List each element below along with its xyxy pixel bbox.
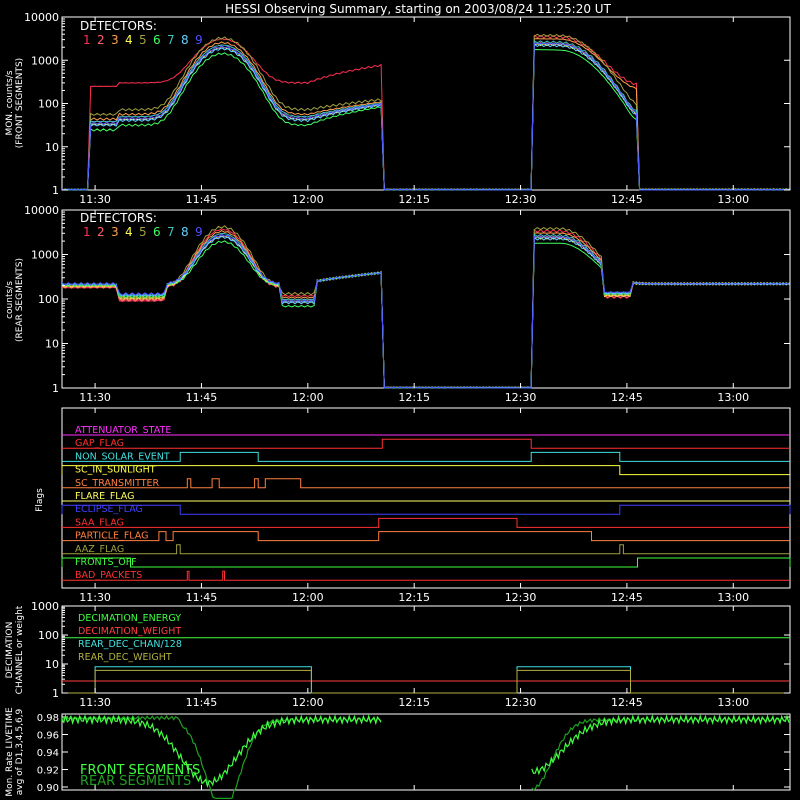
legend-entry-rear-dec-chan-128: REAR_DEC_CHAN/128: [78, 639, 182, 650]
y-tick-label: 10: [45, 658, 59, 671]
x-tick-label: 11:45: [186, 696, 218, 709]
y-tick-label: 0.94: [37, 748, 59, 759]
legend-entry-rear-dec-weight: REAR_DEC_WEIGHT: [78, 652, 172, 663]
flag-label-particle-flag: PARTICLE_FLAG: [75, 531, 148, 542]
x-tick-label: 13:00: [717, 391, 749, 404]
x-tick-label: 12:45: [611, 696, 643, 709]
x-tick-label: 11:30: [79, 696, 111, 709]
x-tick-label: 12:00: [292, 391, 324, 404]
x-tick-label: 11:30: [79, 591, 111, 604]
flag-label-gap-flag: GAP_FLAG: [75, 438, 124, 449]
flag-label-aaz-flag: AAZ_FLAG: [75, 544, 124, 555]
legend-entry-detector-8: 8: [181, 33, 189, 47]
legend-entry-detector-2: 2: [97, 225, 105, 239]
legend-entry-detector-6: 6: [153, 225, 161, 239]
y-tick-label: 0.92: [37, 766, 59, 777]
y-tick-label: 1: [52, 382, 59, 395]
flag-label-flare-flag: FLARE_FLAG: [75, 491, 135, 502]
x-tick-label: 12:30: [505, 696, 537, 709]
y-tick-label: 0.90: [37, 783, 59, 794]
y-tick-label: 100: [38, 293, 59, 306]
x-tick-label: 11:45: [186, 591, 218, 604]
legend-entry-detector-4: 4: [125, 225, 133, 239]
x-tick-label: 11:45: [186, 391, 218, 404]
x-tick-label: 12:45: [611, 193, 643, 206]
flag-label-sc-transmitter: SC_TRANSMITTER: [75, 478, 160, 489]
y-axis-label: counts/s: [5, 281, 15, 319]
x-tick-label: 12:15: [398, 591, 430, 604]
legend-entry-detector-5: 5: [139, 33, 147, 47]
x-tick-label: 12:30: [505, 193, 537, 206]
x-tick-label: 12:00: [292, 591, 324, 604]
legend-entry-detector-9: 9: [195, 33, 203, 47]
legend-entry-decimation-weight: DECIMATION_WEIGHT: [78, 626, 181, 637]
hessi-summary-figure: HESSI Observing Summary, starting on 200…: [0, 0, 800, 800]
x-tick-label: 12:15: [398, 696, 430, 709]
legend-title: DETECTORS:: [80, 19, 157, 33]
y-tick-label: 1000: [31, 54, 59, 67]
y-tick-label: 0.96: [37, 731, 59, 742]
x-tick-label: 13:00: [717, 193, 749, 206]
x-tick-label: 12:00: [292, 193, 324, 206]
flag-label-eclipse-flag: ECLIPSE_FLAG: [75, 504, 143, 515]
x-tick-label: 12:45: [611, 591, 643, 604]
legend-entry-detector-4: 4: [125, 33, 133, 47]
y-axis-label: avg of D1,3,4,5,6,9: [15, 708, 25, 795]
x-tick-label: 11:30: [79, 391, 111, 404]
y-tick-label: 1000: [31, 249, 59, 262]
legend-entry-detector-1: 1: [83, 225, 91, 239]
figure-title: HESSI Observing Summary, starting on 200…: [225, 2, 611, 16]
x-tick-label: 12:15: [398, 193, 430, 206]
legend-entry-detector-5: 5: [139, 225, 147, 239]
y-tick-label: 100: [38, 629, 59, 642]
y-axis-label: MON. counts/s: [5, 70, 15, 135]
y-tick-label: 1: [52, 687, 59, 700]
legend-entry-detector-2: 2: [97, 33, 105, 47]
y-tick-label: 0.98: [37, 713, 59, 724]
y-tick-label: 10: [45, 338, 59, 351]
legend-entry-detector-7: 7: [167, 225, 175, 239]
legend-entry-detector-9: 9: [195, 225, 203, 239]
y-axis-label: (FRONT SEGMENTS): [15, 58, 25, 148]
flag-label-non-solar-event: NON_SOLAR_EVENT: [75, 451, 170, 462]
legend-entry-decimation-energy: DECIMATION_ENERGY: [78, 613, 181, 624]
y-tick-label: 1: [52, 184, 59, 197]
legend-entry-detector-7: 7: [167, 33, 175, 47]
x-tick-label: 13:00: [717, 696, 749, 709]
x-tick-label: 13:00: [717, 591, 749, 604]
flag-label-attenuator-state: ATTENUATOR_STATE: [75, 425, 171, 436]
y-axis-label: DECIMATION: [5, 622, 15, 679]
flag-label-saa-flag: SAA_FLAG: [75, 517, 124, 528]
flag-label-fronts-off: FRONTS_OFF: [75, 557, 137, 568]
y-tick-label: 10: [45, 141, 59, 154]
flag-label-bad-packets: BAD_PACKETS: [75, 570, 142, 581]
x-tick-label: 12:30: [505, 591, 537, 604]
x-tick-label: 12:00: [292, 696, 324, 709]
y-tick-label: 10000: [24, 204, 59, 217]
x-tick-label: 11:30: [79, 193, 111, 206]
y-tick-label: 10000: [24, 11, 59, 24]
legend-entry-detector-8: 8: [181, 225, 189, 239]
legend-entry-rear-segments: REAR SEGMENTS: [80, 774, 191, 789]
flag-label-sc-in-sunlight: SC_IN_SUNLIGHT: [75, 465, 156, 476]
legend-entry-detector-6: 6: [153, 33, 161, 47]
y-axis-label: CHANNEL or weight: [15, 605, 25, 694]
y-axis-label: Flags: [35, 488, 45, 512]
y-axis-label: (REAR SEGMENTS): [15, 258, 25, 342]
x-tick-label: 12:15: [398, 391, 430, 404]
legend-entry-detector-3: 3: [111, 225, 119, 239]
legend-entry-detector-1: 1: [83, 33, 91, 47]
x-tick-label: 12:30: [505, 391, 537, 404]
legend-title: DETECTORS:: [80, 211, 157, 225]
legend-entry-detector-3: 3: [111, 33, 119, 47]
x-tick-label: 12:45: [611, 391, 643, 404]
y-tick-label: 1000: [31, 600, 59, 613]
x-tick-label: 11:45: [186, 193, 218, 206]
y-axis-label: Mon. Rate LIVETIME: [5, 707, 15, 797]
y-tick-label: 100: [38, 98, 59, 111]
